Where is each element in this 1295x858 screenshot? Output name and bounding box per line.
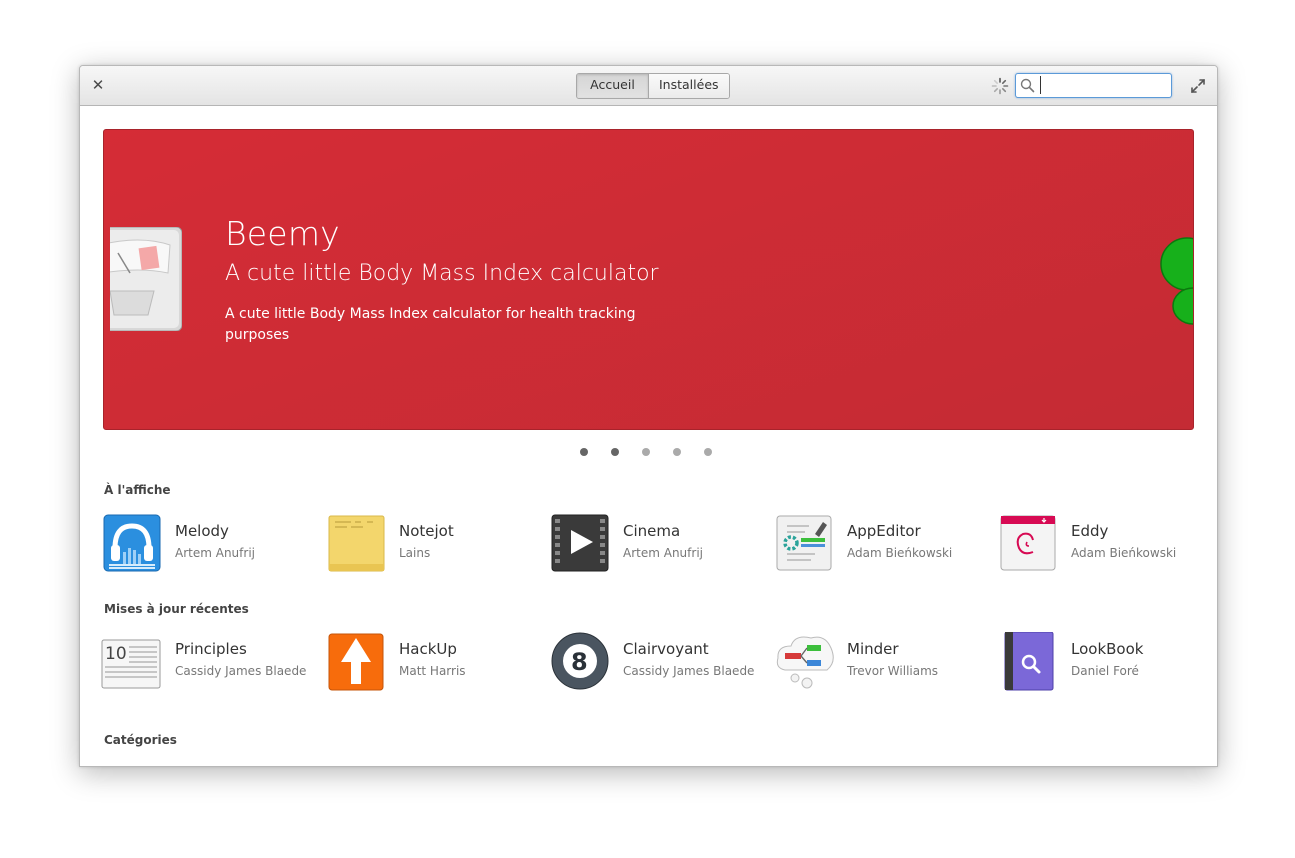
app-author: Lains	[399, 546, 431, 560]
app-name: LookBook	[1071, 640, 1144, 658]
tab-home[interactable]: Accueil	[577, 74, 648, 98]
app-author: Cassidy James Blaede	[175, 664, 307, 678]
section-title-recent: Mises à jour récentes	[104, 602, 249, 616]
app-name: Eddy	[1071, 522, 1109, 540]
search-input[interactable]	[1040, 76, 1166, 94]
app-name: Clairvoyant	[623, 640, 709, 658]
debian-package-icon	[1000, 515, 1056, 571]
svg-text:8: 8	[571, 648, 588, 676]
search-icon	[1020, 78, 1035, 93]
banner-app-name: Beemy	[225, 214, 340, 253]
mind-map-cloud-icon	[776, 636, 834, 689]
headphones-equalizer-icon	[103, 514, 161, 572]
app-author: Adam Bieńkowski	[847, 546, 953, 560]
banner-app-description: A cute little Body Mass Index calculator…	[225, 306, 636, 343]
tab-installed[interactable]: Installées	[648, 74, 729, 98]
upvote-arrow-icon	[328, 633, 384, 691]
app-tile-melody[interactable]: Melody Artem Anufrij	[103, 514, 303, 576]
app-author: Matt Harris	[399, 664, 466, 678]
app-author: Adam Bieńkowski	[1071, 546, 1177, 560]
pager-dot[interactable]	[580, 448, 588, 456]
search-book-icon	[1004, 632, 1054, 691]
app-tile-eddy[interactable]: Eddy Adam Bieńkowski	[999, 514, 1199, 576]
app-tile-lookbook[interactable]: LookBook Daniel Foré	[999, 632, 1199, 694]
next-app-peek-icon	[1160, 237, 1193, 325]
maximize-icon[interactable]	[1190, 78, 1206, 94]
pager-dot[interactable]	[673, 448, 681, 456]
app-author: Daniel Foré	[1071, 664, 1139, 678]
app-author: Artem Anufrij	[623, 546, 703, 560]
pager-dot[interactable]	[642, 448, 650, 456]
app-tile-appeditor[interactable]: AppEditor Adam Bieńkowski	[775, 514, 975, 576]
close-button[interactable]: ✕	[88, 76, 108, 94]
bathroom-scale-icon	[110, 227, 182, 331]
banner-pager	[580, 448, 712, 456]
view-mode-switcher: Accueil Installées	[576, 73, 730, 99]
film-play-icon	[551, 514, 609, 572]
app-name: Cinema	[623, 522, 681, 540]
app-name: Principles	[175, 640, 247, 658]
app-tile-principles[interactable]: 10 Principles Cassidy James Blaede	[101, 632, 306, 694]
app-editor-icon	[776, 515, 832, 571]
magic-8-ball-icon: 8	[551, 632, 609, 690]
header-bar: ✕ Accueil Installées	[80, 66, 1217, 106]
app-name: Minder	[847, 640, 899, 658]
app-name: AppEditor	[847, 522, 921, 540]
search-field[interactable]	[1015, 73, 1172, 98]
app-author: Trevor Williams	[847, 664, 939, 678]
app-tile-cinema[interactable]: Cinema Artem Anufrij	[551, 514, 751, 576]
app-name: Notejot	[399, 522, 454, 540]
newspaper-icon: 10	[101, 639, 161, 689]
app-tile-minder[interactable]: Minder Trevor Williams	[775, 632, 975, 694]
section-title-featured: À l'affiche	[104, 483, 171, 497]
svg-text:10: 10	[105, 644, 127, 664]
loading-spinner-icon	[991, 77, 1009, 95]
app-window: ✕ Accueil Installées Beemy A cute little…	[79, 65, 1218, 767]
banner-app-summary: A cute little Body Mass Index calculator	[225, 261, 659, 286]
app-author: Cassidy James Blaede	[623, 664, 755, 678]
close-icon: ✕	[91, 76, 105, 94]
app-author: Artem Anufrij	[175, 546, 255, 560]
sticky-note-icon	[328, 515, 385, 572]
app-tile-hackup[interactable]: HackUp Matt Harris	[327, 632, 527, 694]
pager-dot[interactable]	[704, 448, 712, 456]
section-title-categories: Catégories	[104, 733, 177, 747]
app-tile-notejot[interactable]: Notejot Lains	[327, 514, 527, 576]
app-tile-clairvoyant[interactable]: 8 Clairvoyant Cassidy James Blaede	[551, 632, 755, 694]
featured-banner[interactable]: Beemy A cute little Body Mass Index calc…	[103, 129, 1194, 430]
pager-dot[interactable]	[611, 448, 619, 456]
app-name: Melody	[175, 522, 229, 540]
app-name: HackUp	[399, 640, 457, 658]
